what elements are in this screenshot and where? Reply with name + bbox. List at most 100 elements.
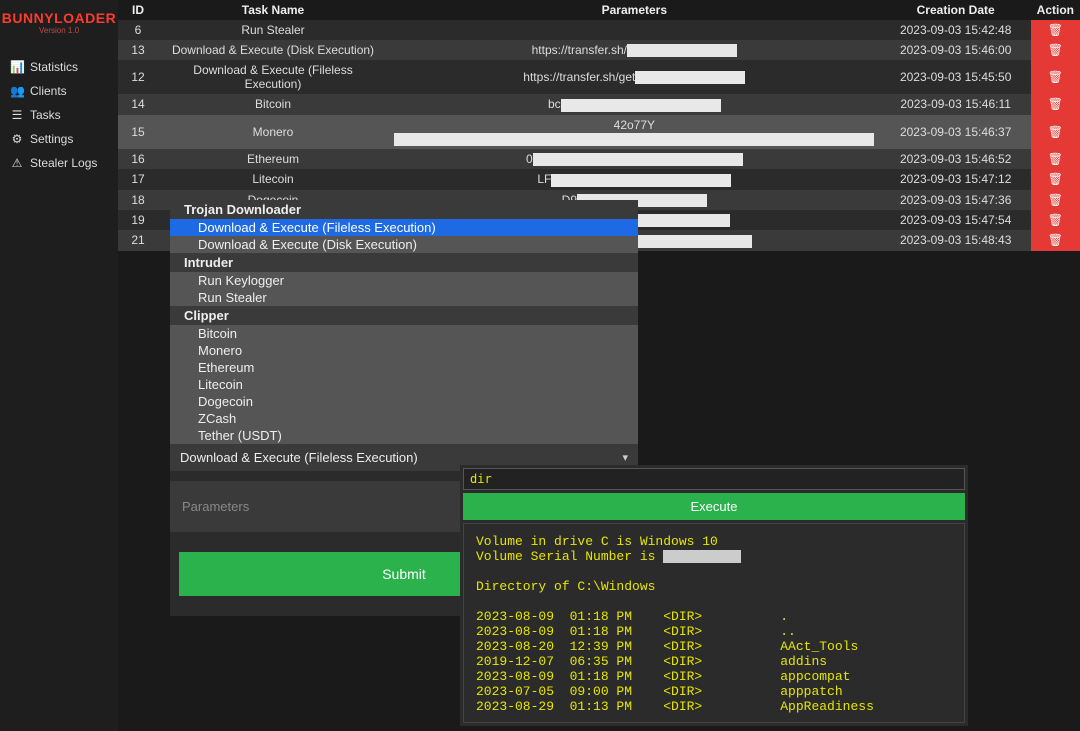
- console-panel: dir Execute Volume in drive C is Windows…: [460, 465, 968, 726]
- nav-label: Stealer Logs: [30, 156, 97, 170]
- redacted: [394, 133, 874, 146]
- cell-task: Monero: [158, 115, 388, 149]
- terminal-line: 2023-08-09 01:18 PM <DIR> appcompat: [476, 669, 952, 684]
- cell-task: Run Stealer: [158, 20, 388, 40]
- cell-date: 2023-09-03 15:46:52: [881, 149, 1031, 169]
- terminal-line: [476, 594, 952, 609]
- terminal-output[interactable]: Volume in drive C is Windows 10Volume Se…: [463, 523, 965, 723]
- cell-date: 2023-09-03 15:48:43: [881, 230, 1031, 250]
- command-input[interactable]: dir: [463, 468, 965, 490]
- delete-button[interactable]: 🗑: [1031, 169, 1080, 189]
- cell-id: 18: [118, 190, 158, 210]
- delete-button[interactable]: 🗑: [1031, 115, 1080, 149]
- menu-header: Intruder: [170, 253, 638, 272]
- cell-params: bc: [388, 94, 881, 114]
- cell-params: 42o77Y: [388, 115, 881, 149]
- menu-header: Trojan Downloader: [170, 200, 638, 219]
- terminal-line: 2023-07-05 09:00 PM <DIR> apppatch: [476, 684, 952, 699]
- col-id: ID: [118, 0, 158, 20]
- menu-item[interactable]: Download & Execute (Fileless Execution): [170, 219, 638, 236]
- cell-params: https://transfer.sh/: [388, 40, 881, 60]
- nav-icon: ☰: [10, 108, 24, 122]
- terminal-line: 2023-08-09 01:18 PM <DIR> .: [476, 609, 952, 624]
- cell-id: 15: [118, 115, 158, 149]
- task-menu: Trojan DownloaderDownload & Execute (Fil…: [170, 200, 638, 444]
- table-row: 15Monero42o77Y2023-09-03 15:46:37🗑: [118, 115, 1080, 149]
- menu-item[interactable]: Download & Execute (Disk Execution): [170, 236, 638, 253]
- cell-date: 2023-09-03 15:47:12: [881, 169, 1031, 189]
- table-row: 14Bitcoinbc2023-09-03 15:46:11 🗑: [118, 94, 1080, 114]
- cell-task: Download & Execute (Fileless Execution): [158, 60, 388, 94]
- menu-item[interactable]: Litecoin: [170, 376, 638, 393]
- delete-button[interactable]: 🗑: [1031, 40, 1080, 60]
- col-date: Creation Date: [881, 0, 1031, 20]
- menu-item[interactable]: Run Keylogger: [170, 272, 638, 289]
- sidebar-item-tasks[interactable]: ☰ Tasks: [0, 103, 118, 127]
- cell-params: LF: [388, 169, 881, 189]
- terminal-line: 2019-12-07 06:35 PM <DIR> addins: [476, 654, 952, 669]
- sidebar-item-statistics[interactable]: 📊Statistics: [0, 55, 118, 79]
- menu-item[interactable]: Run Stealer: [170, 289, 638, 306]
- trash-icon: 🗑: [1048, 152, 1063, 166]
- trash-icon: 🗑: [1048, 43, 1063, 57]
- redacted: [551, 174, 731, 187]
- trash-icon: 🗑: [1048, 70, 1063, 84]
- redacted: [533, 153, 743, 166]
- terminal-line: 2023-08-09 01:18 PM <DIR> ..: [476, 624, 952, 639]
- cell-id: 21: [118, 230, 158, 250]
- sidebar-item-clients[interactable]: 👥 Clients: [0, 79, 118, 103]
- menu-item[interactable]: Dogecoin: [170, 393, 638, 410]
- redacted: [635, 71, 745, 84]
- terminal-line: Volume Serial Number is: [476, 549, 952, 564]
- menu-item[interactable]: Ethereum: [170, 359, 638, 376]
- cell-id: 6: [118, 20, 158, 40]
- col-action: Action: [1031, 0, 1080, 20]
- terminal-line: [476, 564, 952, 579]
- menu-item[interactable]: Bitcoin: [170, 325, 638, 342]
- cell-date: 2023-09-03 15:42:48: [881, 20, 1031, 40]
- nav-icon: 👥: [10, 84, 24, 98]
- nav-icon: 📊: [10, 60, 24, 74]
- cell-id: 16: [118, 149, 158, 169]
- table-row: 13Download & Execute (Disk Execution)htt…: [118, 40, 1080, 60]
- nav-label: Tasks: [30, 108, 61, 122]
- trash-icon: 🗑: [1048, 97, 1063, 111]
- terminal-line: Volume in drive C is Windows 10: [476, 534, 952, 549]
- execute-button[interactable]: Execute: [463, 493, 965, 520]
- trash-icon: 🗑: [1048, 172, 1063, 186]
- sidebar-item-settings[interactable]: ⚙Settings: [0, 127, 118, 151]
- cell-id: 12: [118, 60, 158, 94]
- menu-header: Clipper: [170, 306, 638, 325]
- cell-id: 19: [118, 210, 158, 230]
- trash-icon: 🗑: [1048, 193, 1063, 207]
- brand-version: Version 1.0: [0, 26, 118, 35]
- delete-button[interactable]: 🗑: [1031, 210, 1080, 230]
- cell-id: 14: [118, 94, 158, 114]
- menu-item[interactable]: Tether (USDT): [170, 427, 638, 444]
- cell-params: 0: [388, 149, 881, 169]
- cell-params: https://transfer.sh/get: [388, 60, 881, 94]
- cell-task: Bitcoin: [158, 94, 388, 114]
- cell-task: Download & Execute (Disk Execution): [158, 40, 388, 60]
- delete-button[interactable]: 🗑: [1031, 94, 1080, 114]
- cell-date: 2023-09-03 15:46:00: [881, 40, 1031, 60]
- task-select-value: Download & Execute (Fileless Execution): [180, 450, 418, 465]
- cell-params: [388, 20, 881, 40]
- cell-date: 2023-09-03 15:46:11: [881, 94, 1031, 114]
- delete-button[interactable]: 🗑: [1031, 149, 1080, 169]
- menu-item[interactable]: ZCash: [170, 410, 638, 427]
- delete-button[interactable]: 🗑: [1031, 190, 1080, 210]
- delete-button[interactable]: 🗑: [1031, 20, 1080, 40]
- brand-name: BUNNYLOADER: [0, 10, 118, 26]
- menu-item[interactable]: Monero: [170, 342, 638, 359]
- redacted: [663, 550, 741, 563]
- cell-task: Ethereum: [158, 149, 388, 169]
- cell-id: 17: [118, 169, 158, 189]
- nav-label: Clients: [30, 84, 67, 98]
- cell-task: Litecoin: [158, 169, 388, 189]
- delete-button[interactable]: 🗑: [1031, 230, 1080, 250]
- delete-button[interactable]: 🗑: [1031, 60, 1080, 94]
- table-row: 17LitecoinLF2023-09-03 15:47:12 🗑: [118, 169, 1080, 189]
- sidebar-item-stealer-logs[interactable]: ⚠Stealer Logs: [0, 151, 118, 175]
- trash-icon: 🗑: [1048, 213, 1063, 227]
